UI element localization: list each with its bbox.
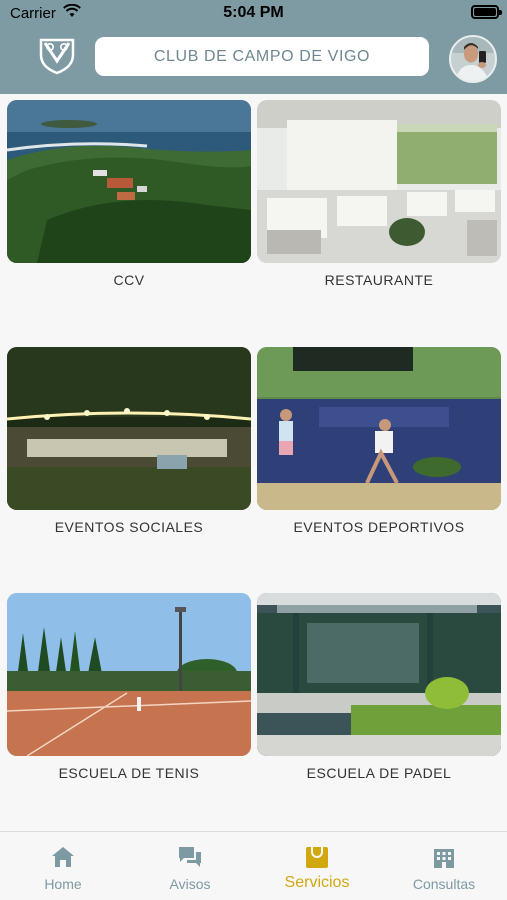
tab-label: Avisos [169,876,211,892]
service-card-label: EVENTOS SOCIALES [54,519,204,535]
service-card-ccv[interactable]: CCV [7,100,251,288]
restaurante-image [257,100,501,263]
service-card-escuela-tenis[interactable]: ESCUELA DE TENIS [7,593,251,781]
home-icon [52,847,74,867]
club-title-banner[interactable]: CLUB DE CAMPO DE VIGO [95,37,429,76]
tab-home[interactable]: Home [0,832,126,900]
battery-icon [471,5,502,19]
service-card-label: EVENTOS DEPORTIVOS [293,519,465,535]
status-time: 5:04 PM [223,4,284,21]
building-icon [434,849,454,868]
escuela-padel-image [257,593,501,756]
service-card-eventos-deportivos[interactable]: EVENTOS DEPORTIVOS [257,347,501,535]
bottom-tab-bar: Home Avisos Servicios Consultas [0,831,507,900]
club-title: CLUB DE CAMPO DE VIGO [153,47,371,65]
service-card-eventos-sociales[interactable]: EVENTOS SOCIALES [7,347,251,535]
service-card-label: CCV [113,272,145,288]
service-card-label: ESCUELA DE TENIS [58,765,200,781]
tab-label: Home [44,876,82,892]
tab-consultas[interactable]: Consultas [381,832,507,900]
tab-avisos[interactable]: Avisos [127,832,253,900]
app-screen: Carrier 5:04 PM CLUB DE CAMPO DE VIGO CC… [0,0,507,900]
bag-icon [306,847,328,868]
tab-label: Consultas [412,876,476,892]
user-avatar[interactable] [449,35,497,83]
avatar-photo [451,37,495,81]
services-grid: CCV RESTAURANTE EVENTOS SOCIALES EVENTOS… [0,94,507,831]
service-card-restaurante[interactable]: RESTAURANTE [257,100,501,288]
service-card-label: ESCUELA DE PADEL [306,765,452,781]
app-header: Carrier 5:04 PM CLUB DE CAMPO DE VIGO [0,0,507,94]
eventos-sociales-image [7,347,251,510]
service-card-escuela-padel[interactable]: ESCUELA DE PADEL [257,593,501,781]
tab-label: Servicios [284,874,350,891]
status-bar: Carrier 5:04 PM [0,0,507,28]
tab-servicios[interactable]: Servicios [254,832,380,900]
eventos-deportivos-image [257,347,501,510]
club-shield-icon [39,38,75,75]
escuela-tenis-image [7,593,251,756]
service-card-label: RESTAURANTE [324,272,434,288]
ccv-image [7,100,251,263]
chat-icon [179,847,201,867]
